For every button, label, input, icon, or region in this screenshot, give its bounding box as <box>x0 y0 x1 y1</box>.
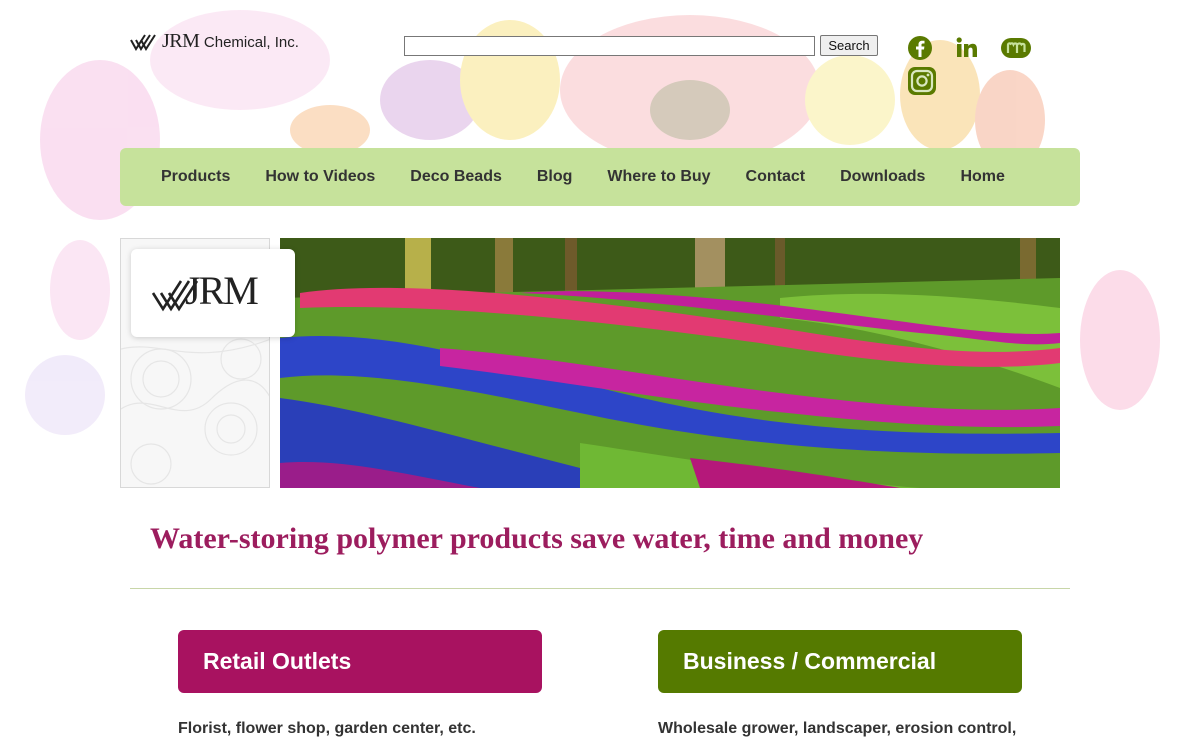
logo-wordmark: JRM Chemical, Inc. <box>162 30 299 52</box>
retail-description: Florist, flower shop, garden center, etc… <box>178 720 476 737</box>
meetup-icon <box>1001 38 1031 58</box>
main-nav: Products How to Videos Deco Beads Blog W… <box>120 148 1080 206</box>
nav-contact[interactable]: Contact <box>746 168 806 186</box>
tagline-heading: Water-storing polymer products save wate… <box>150 522 924 555</box>
nav-where-to-buy[interactable]: Where to Buy <box>607 168 710 186</box>
nav-blog[interactable]: Blog <box>537 168 573 186</box>
jrm-logo-card: JRM <box>131 249 295 337</box>
nav-downloads[interactable]: Downloads <box>840 168 925 186</box>
nav-deco-beads[interactable]: Deco Beads <box>410 168 502 186</box>
retail-outlets-button[interactable]: Retail Outlets <box>178 630 542 693</box>
search-input[interactable] <box>404 36 815 56</box>
hero-image <box>280 238 1060 488</box>
linkedin-link[interactable] <box>952 33 982 63</box>
nav-how-to-videos[interactable]: How to Videos <box>265 168 375 186</box>
side-card-logo-text: JRM <box>185 268 259 313</box>
instagram-icon <box>908 67 936 95</box>
meetup-link[interactable] <box>1000 33 1032 63</box>
jrm-mark-icon <box>130 33 156 51</box>
instagram-link[interactable] <box>907 66 937 96</box>
tulip-garden-photo <box>280 238 1060 488</box>
facebook-icon <box>908 36 932 60</box>
business-commercial-button[interactable]: Business / Commercial <box>658 630 1022 693</box>
site-logo[interactable]: JRM Chemical, Inc. <box>130 30 299 53</box>
section-divider <box>130 588 1070 589</box>
nav-home[interactable]: Home <box>960 168 1004 186</box>
linkedin-icon <box>956 37 977 57</box>
business-description: Wholesale grower, landscaper, erosion co… <box>658 720 1017 737</box>
facebook-link[interactable] <box>905 33 935 63</box>
nav-products[interactable]: Products <box>161 168 230 186</box>
search-button[interactable]: Search <box>820 35 878 56</box>
